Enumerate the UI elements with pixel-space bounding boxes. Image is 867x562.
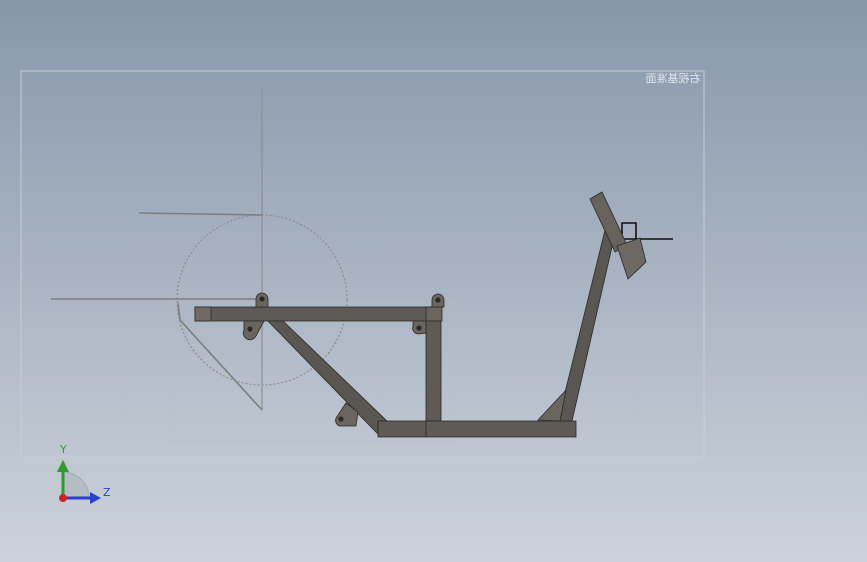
mount-tab-lower-left[interactable] <box>242 320 265 341</box>
triad-x-quadrant <box>62 471 90 499</box>
front-down-tube[interactable] <box>557 217 618 422</box>
diagonal-tube[interactable] <box>267 320 389 435</box>
upper-construction-line[interactable] <box>138 212 263 216</box>
triad-z-arrowhead <box>90 492 101 504</box>
mount-hole <box>259 296 265 302</box>
upper-rail-rear-joint[interactable] <box>425 306 443 322</box>
triad-z-label: Z <box>103 486 111 499</box>
upper-rail-tube[interactable] <box>194 306 442 322</box>
reference-triad[interactable] <box>57 460 101 504</box>
mount-hole <box>247 326 253 332</box>
graphics-viewport[interactable]: 右视基准面 Y Z <box>0 0 867 562</box>
triad-origin <box>59 494 67 502</box>
mount-hole <box>435 297 441 303</box>
head-gusset[interactable] <box>616 237 647 280</box>
mount-hole <box>338 416 344 422</box>
upper-rail-end-cap[interactable] <box>194 306 212 322</box>
vertical-tube[interactable] <box>425 320 442 422</box>
triad-y-label: Y <box>60 443 67 456</box>
mount-hole <box>416 325 422 331</box>
model-scene[interactable] <box>0 0 867 562</box>
motorcycle-frame[interactable] <box>194 191 647 438</box>
triad-y-arrowhead <box>57 460 69 472</box>
reference-plane-label[interactable]: 右视基准面 <box>642 72 704 86</box>
wheel-sketch[interactable] <box>51 89 454 444</box>
bottom-rail-tube[interactable] <box>377 420 577 438</box>
